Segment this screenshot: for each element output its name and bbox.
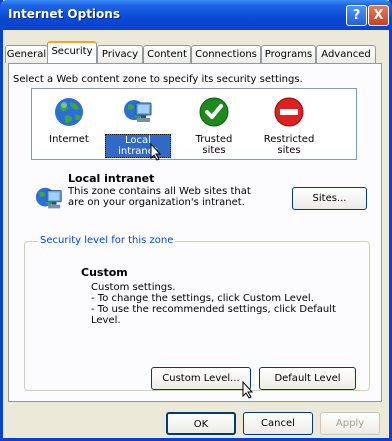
title-bar[interactable]: Internet Options ? X xyxy=(0,0,392,30)
description-line1: This zone contains all Web sites that xyxy=(68,186,251,197)
sites-button[interactable]: Sites... xyxy=(292,187,367,210)
tab-connections[interactable]: Connections xyxy=(191,45,261,63)
custom-line-1: Custom settings. xyxy=(91,282,176,293)
ok-button[interactable]: OK xyxy=(166,412,236,435)
zone-label-restricted-sites: Restricted sites xyxy=(256,134,322,156)
restricted-icon xyxy=(274,97,304,127)
selected-zone-description: This zone contains all Web sites that ar… xyxy=(68,186,268,208)
zone-prompt: Select a Web content zone to specify its… xyxy=(13,74,303,85)
tab-security[interactable]: Security xyxy=(47,41,97,63)
default-level-button[interactable]: Default Level xyxy=(259,367,356,390)
zone-label-restricted-line1: Restricted xyxy=(263,134,315,145)
zone-label-internet: Internet xyxy=(49,134,89,145)
intranet-large-icon xyxy=(35,187,62,209)
zone-internet[interactable]: Internet xyxy=(36,96,102,145)
apply-button[interactable]: Apply xyxy=(320,412,380,435)
security-level-legend: Security level for this zone xyxy=(38,235,176,246)
globe-icon xyxy=(55,98,83,126)
zone-label-restricted-line2: sites xyxy=(277,145,301,156)
security-level-title: Custom xyxy=(81,266,128,279)
mouse-cursor-icon-2 xyxy=(242,381,254,399)
mouse-cursor-icon xyxy=(150,143,162,161)
tab-programs[interactable]: Programs xyxy=(261,45,316,63)
security-level-description: Custom settings. - To change the setting… xyxy=(91,282,361,326)
tab-privacy[interactable]: Privacy xyxy=(97,45,143,63)
close-button[interactable]: X xyxy=(368,5,389,26)
description-line2: are on your organization's intranet. xyxy=(68,197,245,208)
tab-content[interactable]: Content xyxy=(143,45,191,63)
selected-zone-name: Local intranet xyxy=(68,172,155,185)
cancel-button[interactable]: Cancel xyxy=(243,412,313,435)
custom-line-2: - To change the settings, click Custom L… xyxy=(91,293,314,304)
intranet-icon xyxy=(124,100,152,122)
zone-label-trusted-sites: Trusted sites xyxy=(195,134,233,156)
window-title: Internet Options xyxy=(8,7,120,21)
trusted-check-icon xyxy=(199,97,229,127)
tab-advanced[interactable]: Advanced xyxy=(316,45,376,63)
help-button[interactable]: ? xyxy=(346,5,367,26)
custom-line-3: - To use the recommended settings, click… xyxy=(91,304,336,326)
zone-restricted-sites[interactable]: Restricted sites xyxy=(256,96,322,156)
custom-level-button[interactable]: Custom Level... xyxy=(151,367,251,390)
zone-trusted-sites[interactable]: Trusted sites xyxy=(181,96,247,156)
tab-general[interactable]: General xyxy=(5,45,48,63)
